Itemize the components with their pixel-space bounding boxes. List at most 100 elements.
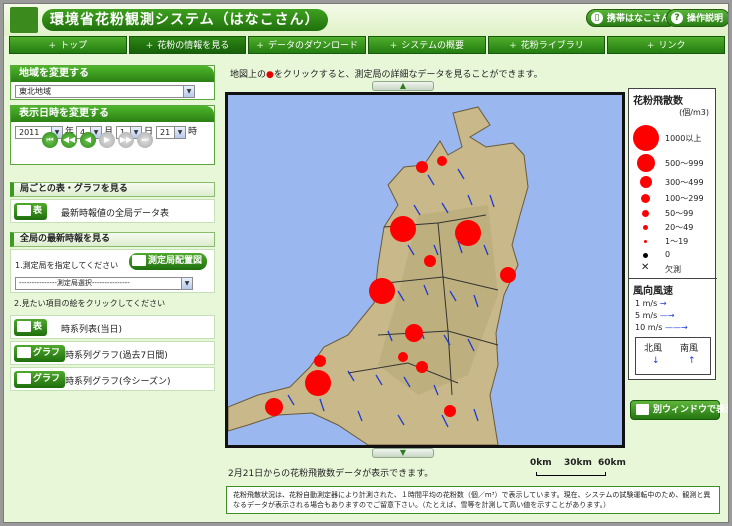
- new-window-button[interactable]: 別ウィンドウで表示: [630, 400, 728, 420]
- pollen-marker[interactable]: [390, 216, 416, 242]
- disclaimer-note: 花粉飛散状況は、花粉自動測定器により計測された、１時間平均の花粉数（個／m³）で…: [226, 486, 720, 514]
- arrow-down-icon: ↓: [652, 356, 660, 366]
- latest-heading: 全局の最新時報を見る: [10, 232, 215, 247]
- pollen-marker[interactable]: [369, 278, 395, 304]
- plus-icon: +: [256, 41, 264, 51]
- region-panel: 地域を変更する 東北地域 ▼: [10, 65, 215, 100]
- pollen-marker[interactable]: [314, 355, 326, 367]
- next-day-icon[interactable]: ▶▶: [118, 132, 134, 148]
- wind-label: 10 m/s: [635, 323, 663, 332]
- pollen-map[interactable]: [225, 92, 625, 448]
- prev-day-icon[interactable]: ◀◀: [61, 132, 77, 148]
- station-select-row: 1.測定局を指定してください 測定局配置図 ---------------測定局…: [10, 249, 215, 293]
- scale-bar: 0km 30km 60km: [524, 456, 626, 482]
- last-icon[interactable]: ⏭: [137, 132, 153, 148]
- graph-season-text[interactable]: 時系列グラフ(今シーズン): [65, 374, 171, 387]
- header: 環境省花粉観測システム（はなこさん） ▯ 携帯はなこさん ? 操作説明: [4, 4, 728, 36]
- next-hour-icon[interactable]: ▶: [99, 132, 115, 148]
- site-title[interactable]: 環境省花粉観測システム（はなこさん）: [42, 9, 328, 31]
- pollen-marker[interactable]: [265, 398, 283, 416]
- tab-pollen-info[interactable]: + 花粉の情報を見る: [128, 36, 247, 54]
- new-window-label: 別ウィンドウで表示: [653, 405, 729, 415]
- legend-row: 0: [629, 248, 717, 262]
- button-label: グラフ: [33, 348, 61, 358]
- tab-top[interactable]: + トップ: [9, 36, 127, 54]
- map-icon: [132, 255, 146, 266]
- graph-icon: [17, 347, 31, 358]
- pollen-marker[interactable]: [405, 324, 423, 342]
- pollen-marker[interactable]: [305, 370, 331, 396]
- prev-hour-icon[interactable]: ◀: [80, 132, 96, 148]
- wind-arrow-icon: ——→: [664, 323, 688, 332]
- region-heading: 地域を変更する: [11, 66, 214, 82]
- graph-7d-button[interactable]: グラフ: [14, 345, 66, 362]
- station-select-value: ---------------測定局選択---------------: [19, 279, 130, 287]
- pollen-marker[interactable]: [500, 267, 516, 283]
- station-table-text[interactable]: 最新時報値の全局データ表: [61, 206, 169, 219]
- tab-label: システムの概要: [401, 41, 464, 51]
- wind-label: 1 m/s: [635, 299, 658, 308]
- legend-row: 500〜999: [629, 153, 717, 172]
- hour-select[interactable]: 21 ▼: [156, 126, 186, 139]
- station-table-row: 表 最新時報値の全局データ表: [10, 199, 215, 223]
- map-instruction: 地図上の●をクリックすると、測定局の詳細なデータを見ることができます。: [230, 67, 543, 80]
- pollen-dot-icon: [642, 210, 649, 217]
- scale-label: 60km: [598, 458, 626, 468]
- table-button[interactable]: 表: [14, 203, 48, 220]
- pollen-marker[interactable]: [416, 161, 428, 173]
- button-label: 表: [33, 322, 43, 332]
- pollen-marker[interactable]: [424, 255, 436, 267]
- station-select[interactable]: ---------------測定局選択--------------- ▼: [15, 277, 193, 290]
- tab-links[interactable]: + リンク: [607, 36, 726, 54]
- help-button[interactable]: ? 操作説明: [666, 9, 728, 27]
- graph-season-button[interactable]: グラフ: [14, 371, 66, 388]
- arrow-down-icon: ▼: [399, 448, 407, 457]
- tab-system-overview[interactable]: + システムの概要: [368, 36, 486, 54]
- map-svg: [228, 106, 529, 445]
- tab-library[interactable]: + 花粉ライブラリ: [487, 36, 606, 54]
- legend-title: 花粉飛散数: [633, 96, 683, 107]
- pollen-dot-icon: [637, 154, 655, 172]
- region-select[interactable]: 東北地域 ▼: [15, 85, 195, 98]
- station-map-label: 測定局配置図: [148, 256, 203, 266]
- red-dot-icon: ●: [266, 70, 274, 80]
- wind-direction-box: 北風 南風 ↓ ↑: [635, 337, 711, 375]
- missing-x-icon: ✕: [641, 262, 650, 273]
- graph-7d-text[interactable]: 時系列グラフ(過去7日間): [65, 348, 168, 361]
- instruction-pre: 地図上の: [230, 70, 267, 80]
- station-map-button[interactable]: 測定局配置図: [129, 253, 208, 270]
- legend-label: 0: [665, 250, 671, 259]
- wind-row: 5 m/s —→: [635, 311, 675, 320]
- legend-label: 500〜999: [665, 159, 704, 168]
- arrow-up-icon: ▲: [399, 81, 407, 90]
- pollen-marker[interactable]: [455, 220, 481, 246]
- first-icon[interactable]: ⏮: [42, 132, 58, 148]
- series-table-button[interactable]: 表: [14, 319, 48, 336]
- page-frame: 環境省花粉観測システム（はなこさん） ▯ 携帯はなこさん ? 操作説明 + トップ…: [3, 3, 729, 523]
- tab-download[interactable]: + データのダウンロード: [248, 36, 367, 54]
- region-select-value: 東北地域: [19, 87, 51, 96]
- pollen-dot-icon: [640, 176, 652, 188]
- pollen-marker[interactable]: [398, 352, 408, 362]
- legend-label: 50〜99: [665, 209, 694, 218]
- pollen-marker[interactable]: [437, 156, 447, 166]
- step1-text: 1.測定局を指定してください: [15, 261, 119, 270]
- hour-value: 21: [160, 128, 171, 137]
- mobile-button[interactable]: ▯ 携帯はなこさん: [586, 9, 678, 27]
- mobile-label: 携帯はなこさん: [607, 14, 671, 24]
- plus-icon: +: [145, 41, 154, 51]
- pollen-dot-icon: [641, 194, 650, 203]
- legend-label: 1〜19: [665, 237, 689, 246]
- tab-label: リンク: [658, 41, 686, 51]
- pollen-dot-icon: [633, 125, 659, 151]
- series-table-text[interactable]: 時系列表(当日): [61, 322, 122, 335]
- wind-label: 5 m/s: [635, 311, 658, 320]
- chevron-down-icon: ▼: [174, 127, 185, 138]
- pollen-marker[interactable]: [444, 405, 456, 417]
- plus-icon: +: [646, 41, 655, 51]
- scroll-up-button[interactable]: ▲: [372, 81, 434, 91]
- scroll-down-button[interactable]: ▼: [372, 448, 434, 458]
- pollen-marker[interactable]: [416, 361, 428, 373]
- logo-icon: [10, 7, 38, 33]
- help-label: 操作説明: [687, 14, 724, 24]
